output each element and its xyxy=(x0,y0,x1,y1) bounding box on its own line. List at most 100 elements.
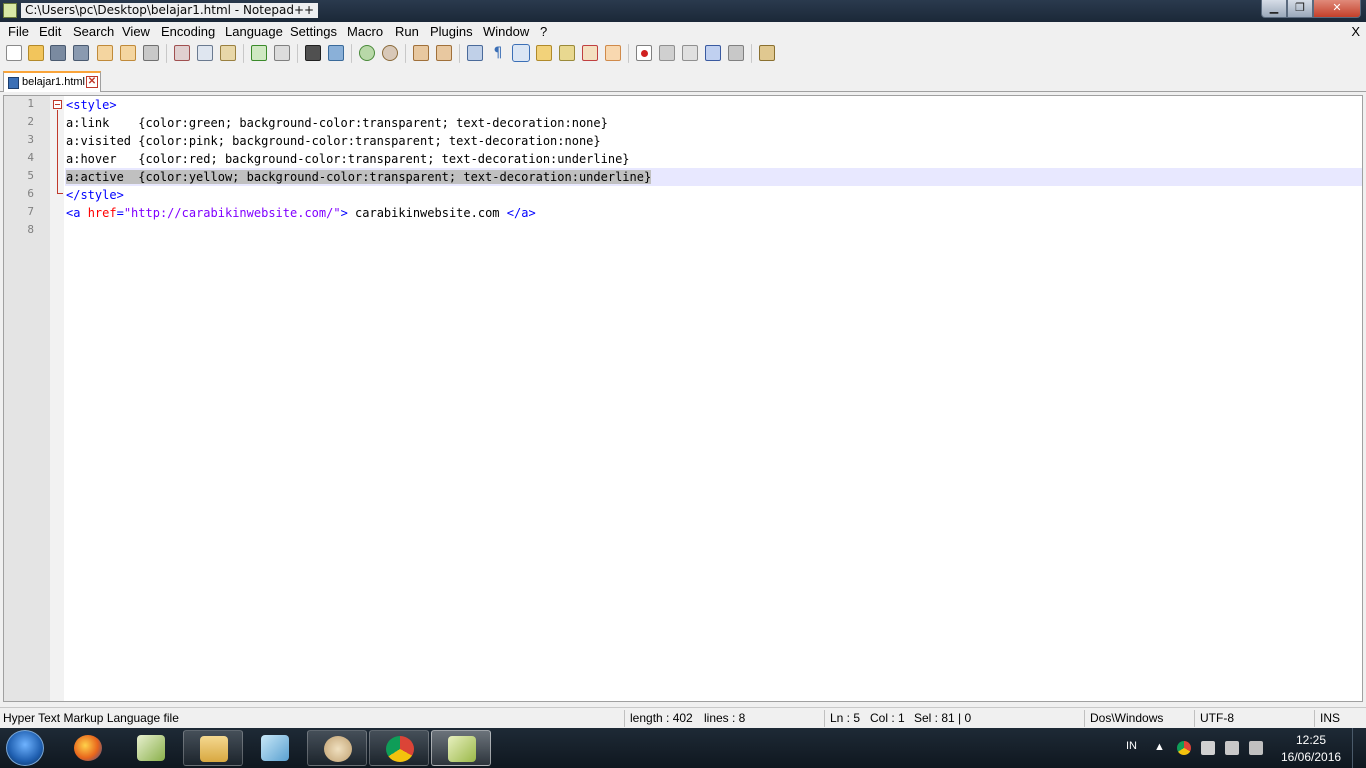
zoom-out-icon[interactable] xyxy=(382,45,398,61)
menu-settings[interactable]: Settings xyxy=(290,24,337,39)
status-eol[interactable]: Dos\Windows xyxy=(1090,711,1163,725)
code-token: </a> xyxy=(506,206,536,220)
editor[interactable]: 1 2 3 4 5 6 7 8 <style> a:link {color:gr… xyxy=(3,95,1363,702)
menu-window[interactable]: Window xyxy=(483,24,529,39)
copy-icon[interactable] xyxy=(197,45,213,61)
menu-plugins[interactable]: Plugins xyxy=(430,24,473,39)
code-line-3[interactable]: a:visited {color:pink; background-color:… xyxy=(65,132,1362,150)
replace-icon[interactable] xyxy=(328,45,344,61)
taskbar-paint[interactable] xyxy=(307,730,367,766)
save-all-icon[interactable] xyxy=(73,45,89,61)
function-list-icon[interactable] xyxy=(582,45,598,61)
status-sel: Sel : 81 | 0 xyxy=(914,711,972,725)
taskbar-text-editor[interactable] xyxy=(121,730,181,766)
zoom-in-icon[interactable] xyxy=(359,45,375,61)
taskbar-firefox[interactable] xyxy=(58,730,118,766)
firefox-icon xyxy=(74,735,102,761)
status-insert-mode[interactable]: INS xyxy=(1320,711,1340,725)
close-document-button[interactable]: X xyxy=(1351,24,1360,39)
network-icon[interactable] xyxy=(1225,741,1239,755)
notepadpp-app-icon[interactable] xyxy=(3,3,17,18)
save-icon[interactable] xyxy=(50,45,66,61)
menu-search[interactable]: Search xyxy=(73,24,114,39)
play-macro-icon[interactable] xyxy=(682,45,698,61)
paste-icon[interactable] xyxy=(220,45,236,61)
start-button[interactable] xyxy=(6,730,44,766)
clock-date[interactable]: 16/06/2016 xyxy=(1281,750,1341,764)
status-length: length : 402 xyxy=(630,711,693,725)
save-macro-icon[interactable] xyxy=(728,45,744,61)
code-line-1[interactable]: <style> xyxy=(65,96,1362,114)
show-all-chars-icon[interactable]: ¶ xyxy=(490,45,506,61)
code-line-5-current[interactable]: a:active {color:yellow; background-color… xyxy=(65,168,1362,186)
code-line-7[interactable]: <a href="http://carabikinwebsite.com/"> … xyxy=(65,204,1362,222)
volume-muted-icon[interactable] xyxy=(1249,741,1263,755)
minimize-button[interactable]: ▁ xyxy=(1261,0,1287,18)
chrome-tray-icon[interactable] xyxy=(1177,741,1191,755)
taskbar-notes[interactable] xyxy=(245,730,305,766)
status-encoding[interactable]: UTF-8 xyxy=(1200,711,1234,725)
menu-bar: File Edit Search View Encoding Language … xyxy=(0,22,1366,42)
sync-horizontal-icon[interactable] xyxy=(436,45,452,61)
record-macro-icon[interactable] xyxy=(636,45,652,61)
cut-icon[interactable] xyxy=(174,45,190,61)
new-file-icon[interactable] xyxy=(6,45,22,61)
line-number: 5 xyxy=(27,169,34,182)
show-hidden-icons-icon[interactable]: ▲ xyxy=(1154,741,1165,753)
menu-view[interactable]: View xyxy=(122,24,150,39)
open-file-icon[interactable] xyxy=(28,45,44,61)
taskbar-notepadpp[interactable] xyxy=(431,730,491,766)
code-line-4[interactable]: a:hover {color:red; background-color:tra… xyxy=(65,150,1362,168)
close-icon[interactable] xyxy=(97,45,113,61)
code-line-2[interactable]: a:link {color:green; background-color:tr… xyxy=(65,114,1362,132)
menu-help[interactable]: ? xyxy=(540,24,547,39)
line-number: 3 xyxy=(27,133,34,146)
status-separator xyxy=(1194,710,1195,727)
folder-as-workspace-icon[interactable] xyxy=(605,45,621,61)
code-line-6[interactable]: </style> xyxy=(65,186,1362,204)
tab-close-icon[interactable]: ✕ xyxy=(86,76,98,88)
indent-guide-icon[interactable] xyxy=(512,44,530,62)
taskbar-chrome[interactable] xyxy=(369,730,429,766)
toolbar: ¶ xyxy=(0,42,1366,66)
file-saved-icon xyxy=(8,77,19,89)
fold-guide-end xyxy=(57,193,63,194)
menu-encoding[interactable]: Encoding xyxy=(161,24,215,39)
status-bar: Hyper Text Markup Language file length :… xyxy=(0,707,1366,728)
close-all-icon[interactable] xyxy=(120,45,136,61)
word-wrap-icon[interactable] xyxy=(467,45,483,61)
launch-browser-icon[interactable] xyxy=(759,45,775,61)
language-indicator[interactable]: IN xyxy=(1126,740,1137,752)
find-icon[interactable] xyxy=(305,45,321,61)
fold-collapse-icon[interactable] xyxy=(53,100,62,109)
stop-record-icon[interactable] xyxy=(659,45,675,61)
flag-icon[interactable] xyxy=(1201,741,1215,755)
redo-icon[interactable] xyxy=(274,45,290,61)
doc-map-icon[interactable] xyxy=(559,45,575,61)
clock-time[interactable]: 12:25 xyxy=(1296,733,1326,747)
menu-macro[interactable]: Macro xyxy=(347,24,383,39)
status-col: Col : 1 xyxy=(870,711,905,725)
maximize-button[interactable]: ❐ xyxy=(1287,0,1313,18)
user-defined-lang-icon[interactable] xyxy=(536,45,552,61)
code-token: = xyxy=(116,206,124,220)
sync-vertical-icon[interactable] xyxy=(413,45,429,61)
run-macro-multiple-icon[interactable] xyxy=(705,45,721,61)
print-icon[interactable] xyxy=(143,45,159,61)
code-line-8[interactable] xyxy=(65,222,1362,240)
menu-run[interactable]: Run xyxy=(395,24,419,39)
show-desktop-button[interactable] xyxy=(1352,728,1366,768)
paint-palette-icon xyxy=(324,736,352,762)
tab-bar: belajar1.html ✕ xyxy=(0,68,1366,92)
line-number: 6 xyxy=(27,187,34,200)
menu-edit[interactable]: Edit xyxy=(39,24,61,39)
undo-icon[interactable] xyxy=(251,45,267,61)
toolbar-separator xyxy=(166,44,167,63)
editor-app-icon xyxy=(137,735,165,761)
close-window-button[interactable]: ✕ xyxy=(1313,0,1361,18)
menu-file[interactable]: File xyxy=(8,24,29,39)
tab-belajar1-html[interactable]: belajar1.html ✕ xyxy=(3,71,101,92)
taskbar-explorer[interactable] xyxy=(183,730,243,766)
toolbar-separator xyxy=(405,44,406,63)
menu-language[interactable]: Language xyxy=(225,24,283,39)
